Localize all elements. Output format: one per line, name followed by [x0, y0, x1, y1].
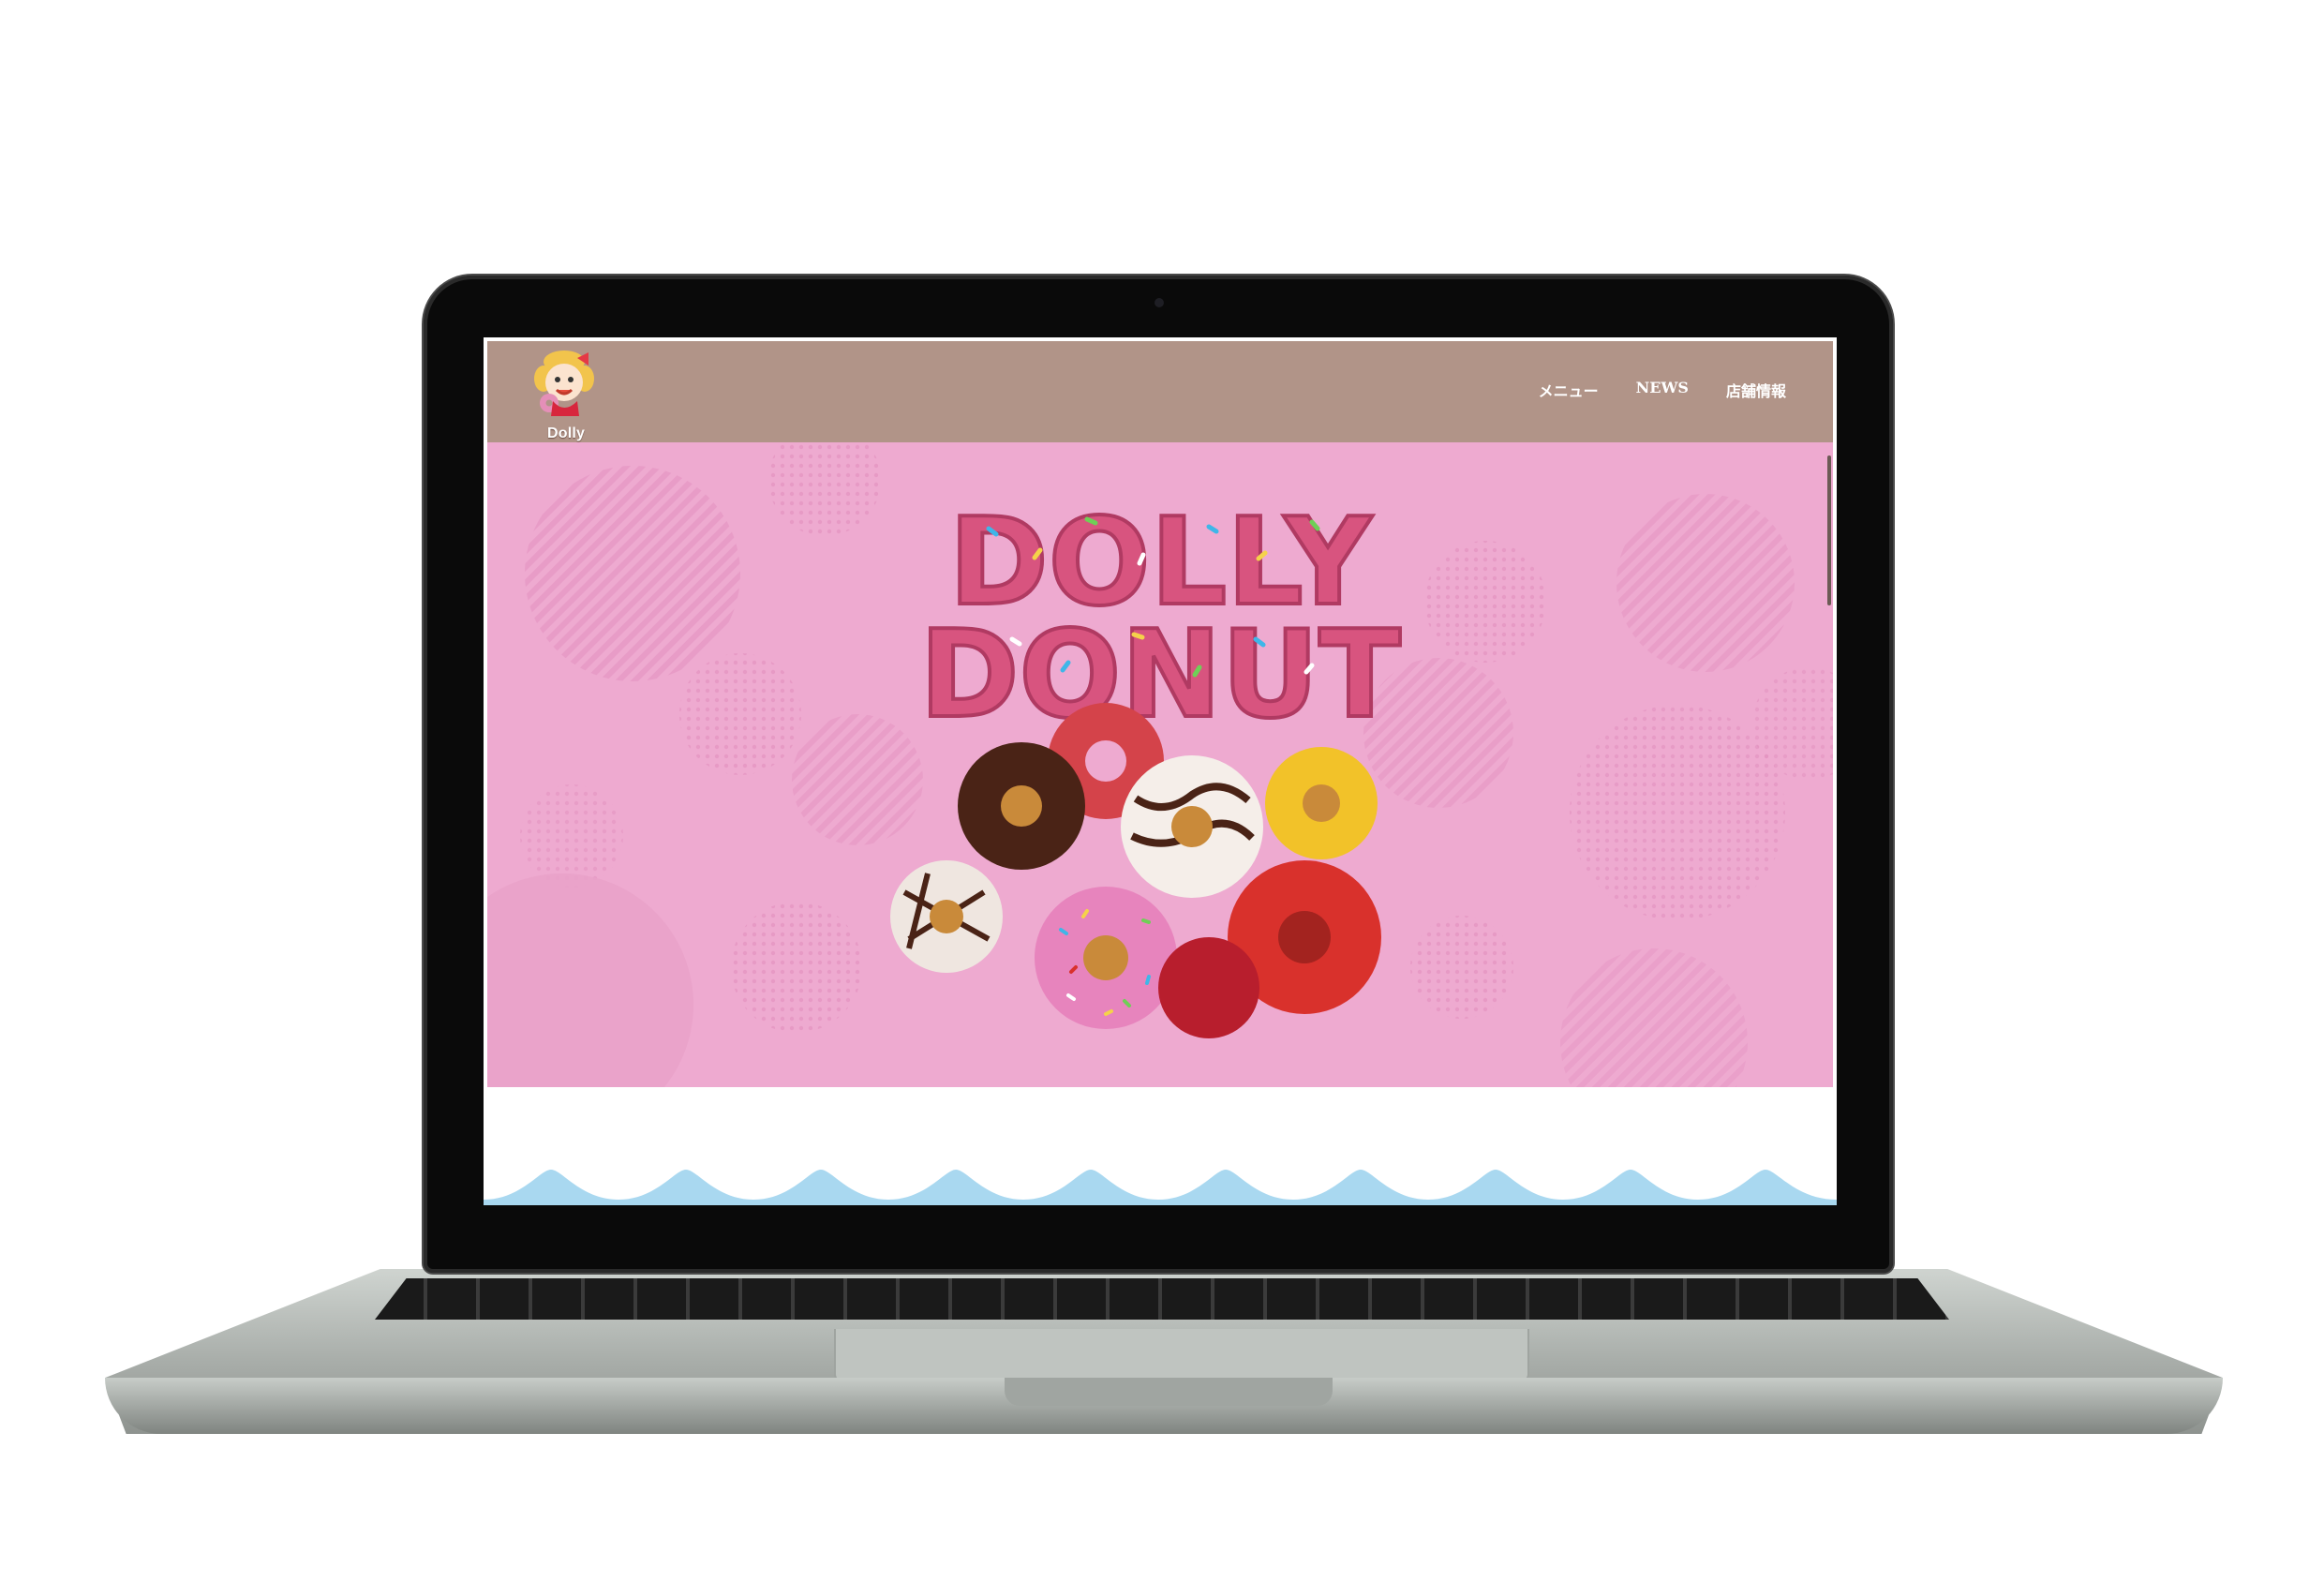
- site-logo[interactable]: Dolly Donut: [515, 349, 618, 458]
- browser-viewport: Dolly Donut メニュー NEWS 店舗情報: [484, 337, 1837, 1205]
- nav-item-store-info[interactable]: 店舗情報: [1726, 379, 1786, 401]
- hero-background: DOLLY DONUT: [487, 442, 1833, 1087]
- trackpad: [834, 1329, 1529, 1383]
- hero-title-line2: DONUT: [919, 605, 1400, 745]
- mascot-logo-icon: [534, 351, 594, 416]
- main-nav: メニュー NEWS 店舗情報: [1539, 379, 1786, 401]
- hero-section: DOLLY DONUT: [487, 442, 1833, 1087]
- donut-pile-illustration: [890, 703, 1381, 1038]
- site-header: Dolly Donut メニュー NEWS 店舗情報: [487, 341, 1833, 458]
- nav-item-news[interactable]: NEWS: [1636, 379, 1689, 401]
- keyboard: [375, 1278, 1949, 1320]
- camera-icon: [1155, 298, 1164, 307]
- wave-divider: [484, 1170, 1837, 1205]
- nav-item-menu[interactable]: メニュー: [1539, 379, 1599, 401]
- laptop-notch: [1005, 1378, 1333, 1406]
- scrollbar[interactable]: [1827, 455, 1831, 605]
